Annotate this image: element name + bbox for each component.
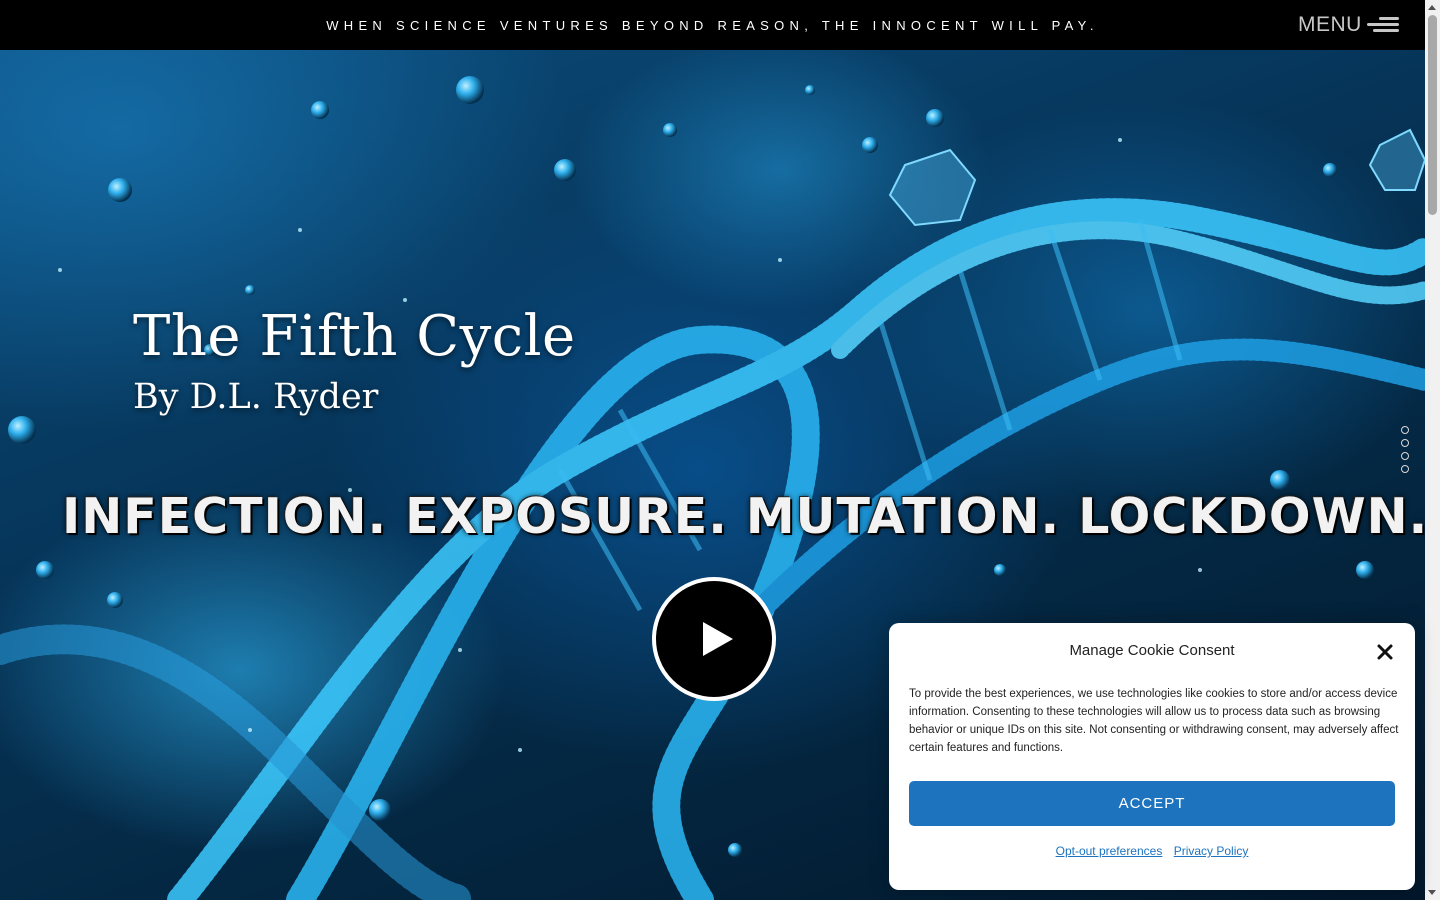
menu-label: MENU <box>1298 13 1362 36</box>
book-title: The Fifth Cycle <box>133 304 576 369</box>
accept-cookies-button[interactable]: ACCEPT <box>909 781 1395 826</box>
slide-dot[interactable] <box>1401 465 1409 473</box>
page-scrollbar[interactable] <box>1425 0 1440 900</box>
scroll-down-arrow-icon[interactable] <box>1428 890 1436 895</box>
slide-dot[interactable] <box>1401 452 1409 460</box>
menu-button[interactable]: MENU <box>1298 12 1399 38</box>
cookie-consent-dialog: Manage Cookie Consent To provide the bes… <box>889 623 1415 890</box>
hero-slogan: INFECTION. EXPOSURE. MUTATION. LOCKDOWN. <box>62 488 1425 545</box>
site-tagline: WHEN SCIENCE VENTURES BEYOND REASON, THE… <box>326 18 1099 33</box>
play-video-button[interactable] <box>652 577 776 701</box>
hamburger-icon <box>1366 17 1399 33</box>
scroll-up-arrow-icon[interactable] <box>1428 5 1436 10</box>
book-author: By D.L. Ryder <box>133 377 379 417</box>
opt-out-preferences-link[interactable]: Opt-out preferences <box>1056 844 1163 858</box>
scrollbar-thumb[interactable] <box>1428 15 1437 215</box>
play-icon <box>703 622 733 656</box>
slide-dot[interactable] <box>1401 426 1409 434</box>
cookie-dialog-title: Manage Cookie Consent <box>1069 642 1235 659</box>
slide-dot-navigation <box>1401 426 1411 478</box>
slide-dot[interactable] <box>1401 439 1409 447</box>
cookie-links: Opt-out preferences Privacy Policy <box>889 844 1415 858</box>
cookie-dialog-text: To provide the best experiences, we use … <box>909 688 1399 754</box>
top-bar: WHEN SCIENCE VENTURES BEYOND REASON, THE… <box>0 0 1425 50</box>
privacy-policy-link[interactable]: Privacy Policy <box>1174 844 1249 858</box>
close-icon[interactable] <box>1375 642 1395 662</box>
